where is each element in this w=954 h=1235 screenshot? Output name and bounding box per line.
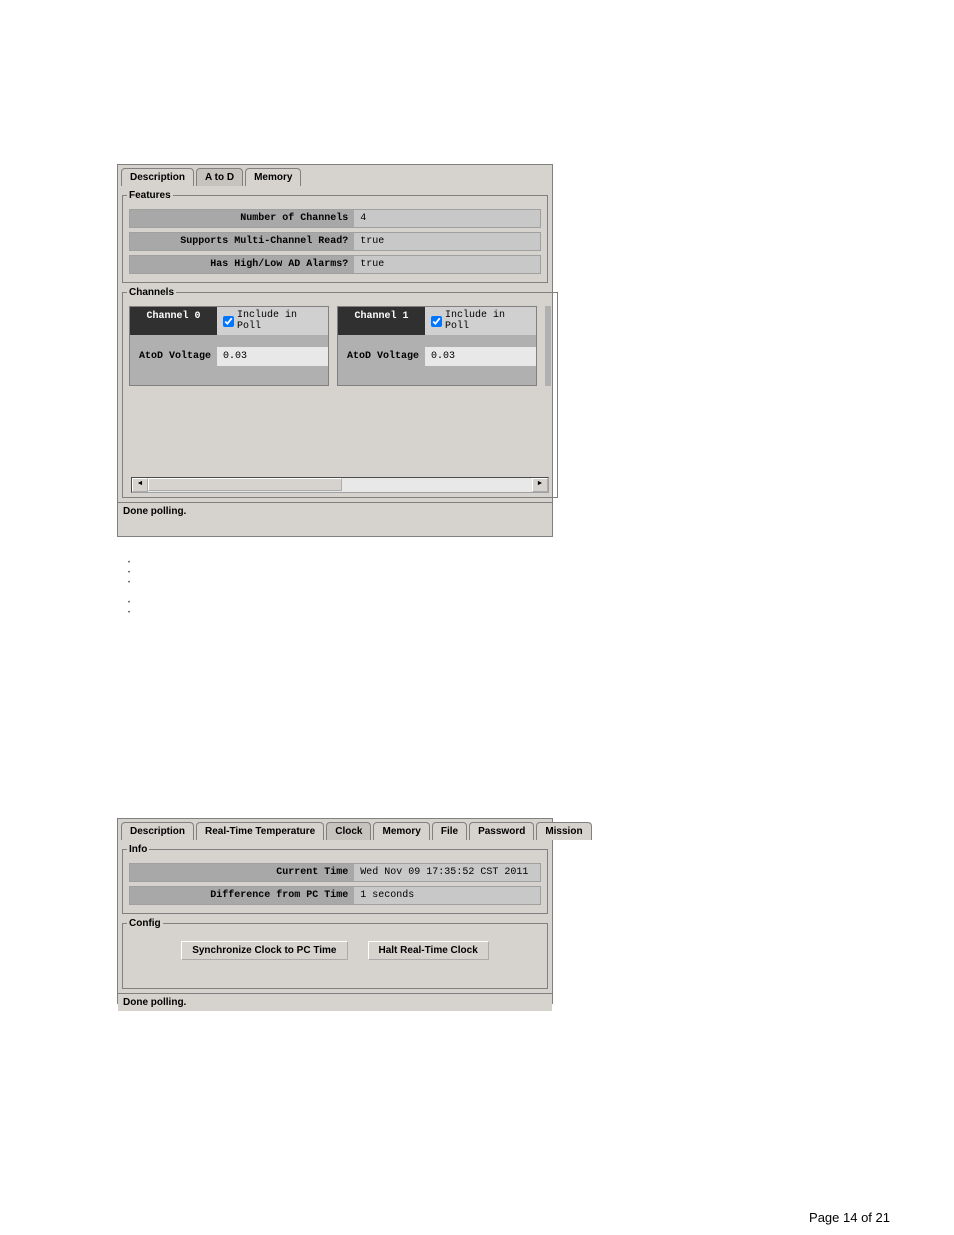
config-legend: Config (127, 918, 163, 929)
status-bar: Done polling. (118, 993, 552, 1011)
info-row: Current Time Wed Nov 09 17:35:52 CST 201… (129, 863, 541, 882)
include-checkbox[interactable] (223, 316, 234, 327)
channel-name: Channel 0 (130, 307, 217, 335)
page-number: Page 14 of 21 (809, 1210, 890, 1225)
clock-tab-row: Description Real-Time Temperature Clock … (118, 819, 552, 840)
info-label: Current Time (130, 864, 354, 881)
channel-card-0: Channel 0 Include in Poll AtoD Voltage 0… (129, 306, 329, 386)
tab-memory[interactable]: Memory (245, 168, 301, 186)
include-in-poll-checkbox[interactable]: Include in Poll (217, 307, 328, 335)
tab-real-time-temperature[interactable]: Real-Time Temperature (196, 822, 324, 840)
feature-value: true (354, 256, 540, 273)
voltage-value: 0.03 (217, 347, 328, 366)
channels-legend: Channels (127, 287, 176, 298)
vertical-scrollbar-stub[interactable] (545, 306, 551, 386)
info-row: Difference from PC Time 1 seconds (129, 886, 541, 905)
include-in-poll-checkbox[interactable]: Include in Poll (425, 307, 536, 335)
include-label: Include in Poll (445, 310, 530, 332)
voltage-value: 0.03 (425, 347, 536, 366)
info-value: 1 seconds (354, 887, 540, 904)
include-checkbox[interactable] (431, 316, 442, 327)
features-legend: Features (127, 190, 173, 201)
scroll-track[interactable] (148, 478, 532, 492)
scroll-thumb[interactable] (148, 478, 342, 491)
status-bar: Done polling. (118, 502, 552, 520)
tab-file[interactable]: File (432, 822, 467, 840)
tab-password[interactable]: Password (469, 822, 534, 840)
synchronize-clock-button[interactable]: Synchronize Clock to PC Time (181, 941, 347, 960)
feature-value: true (354, 233, 540, 250)
include-label: Include in Poll (237, 310, 322, 332)
features-group: Features Number of Channels 4 Supports M… (122, 190, 548, 283)
scroll-left-icon[interactable]: ◄ (132, 478, 148, 492)
tab-mission[interactable]: Mission (536, 822, 591, 840)
halt-real-time-clock-button[interactable]: Halt Real-Time Clock (368, 941, 489, 960)
tab-description[interactable]: Description (121, 822, 194, 840)
channels-scroll-area: Channel 0 Include in Poll AtoD Voltage 0… (127, 302, 553, 477)
voltage-label: AtoD Voltage (338, 347, 425, 366)
channels-inner: Channel 0 Include in Poll AtoD Voltage 0… (127, 302, 553, 390)
channel-name: Channel 1 (338, 307, 425, 335)
feature-value: 4 (354, 210, 540, 227)
a-to-d-panel: Description A to D Memory Features Numbe… (117, 164, 553, 537)
tab-clock[interactable]: Clock (326, 822, 371, 840)
channels-group: Channels Channel 0 Include in Poll AtoD … (122, 287, 558, 498)
bullet-marks: ••••• (128, 558, 130, 618)
feature-label: Supports Multi-Channel Read? (130, 233, 354, 250)
feature-row: Supports Multi-Channel Read? true (129, 232, 541, 251)
config-group: Config Synchronize Clock to PC Time Halt… (122, 918, 548, 989)
voltage-label: AtoD Voltage (130, 347, 217, 366)
horizontal-scrollbar[interactable]: ◄ ► (131, 477, 549, 493)
channel-card-1: Channel 1 Include in Poll AtoD Voltage 0… (337, 306, 537, 386)
a2d-tab-row: Description A to D Memory (118, 165, 552, 186)
info-value: Wed Nov 09 17:35:52 CST 2011 (354, 864, 540, 881)
tab-memory[interactable]: Memory (373, 822, 429, 840)
tab-a-to-d[interactable]: A to D (196, 168, 243, 186)
scroll-right-icon[interactable]: ► (532, 478, 548, 492)
feature-label: Has High/Low AD Alarms? (130, 256, 354, 273)
info-label: Difference from PC Time (130, 887, 354, 904)
feature-row: Number of Channels 4 (129, 209, 541, 228)
info-group: Info Current Time Wed Nov 09 17:35:52 CS… (122, 844, 548, 914)
tab-description[interactable]: Description (121, 168, 194, 186)
feature-label: Number of Channels (130, 210, 354, 227)
clock-panel: Description Real-Time Temperature Clock … (117, 818, 553, 1004)
info-legend: Info (127, 844, 149, 855)
feature-row: Has High/Low AD Alarms? true (129, 255, 541, 274)
